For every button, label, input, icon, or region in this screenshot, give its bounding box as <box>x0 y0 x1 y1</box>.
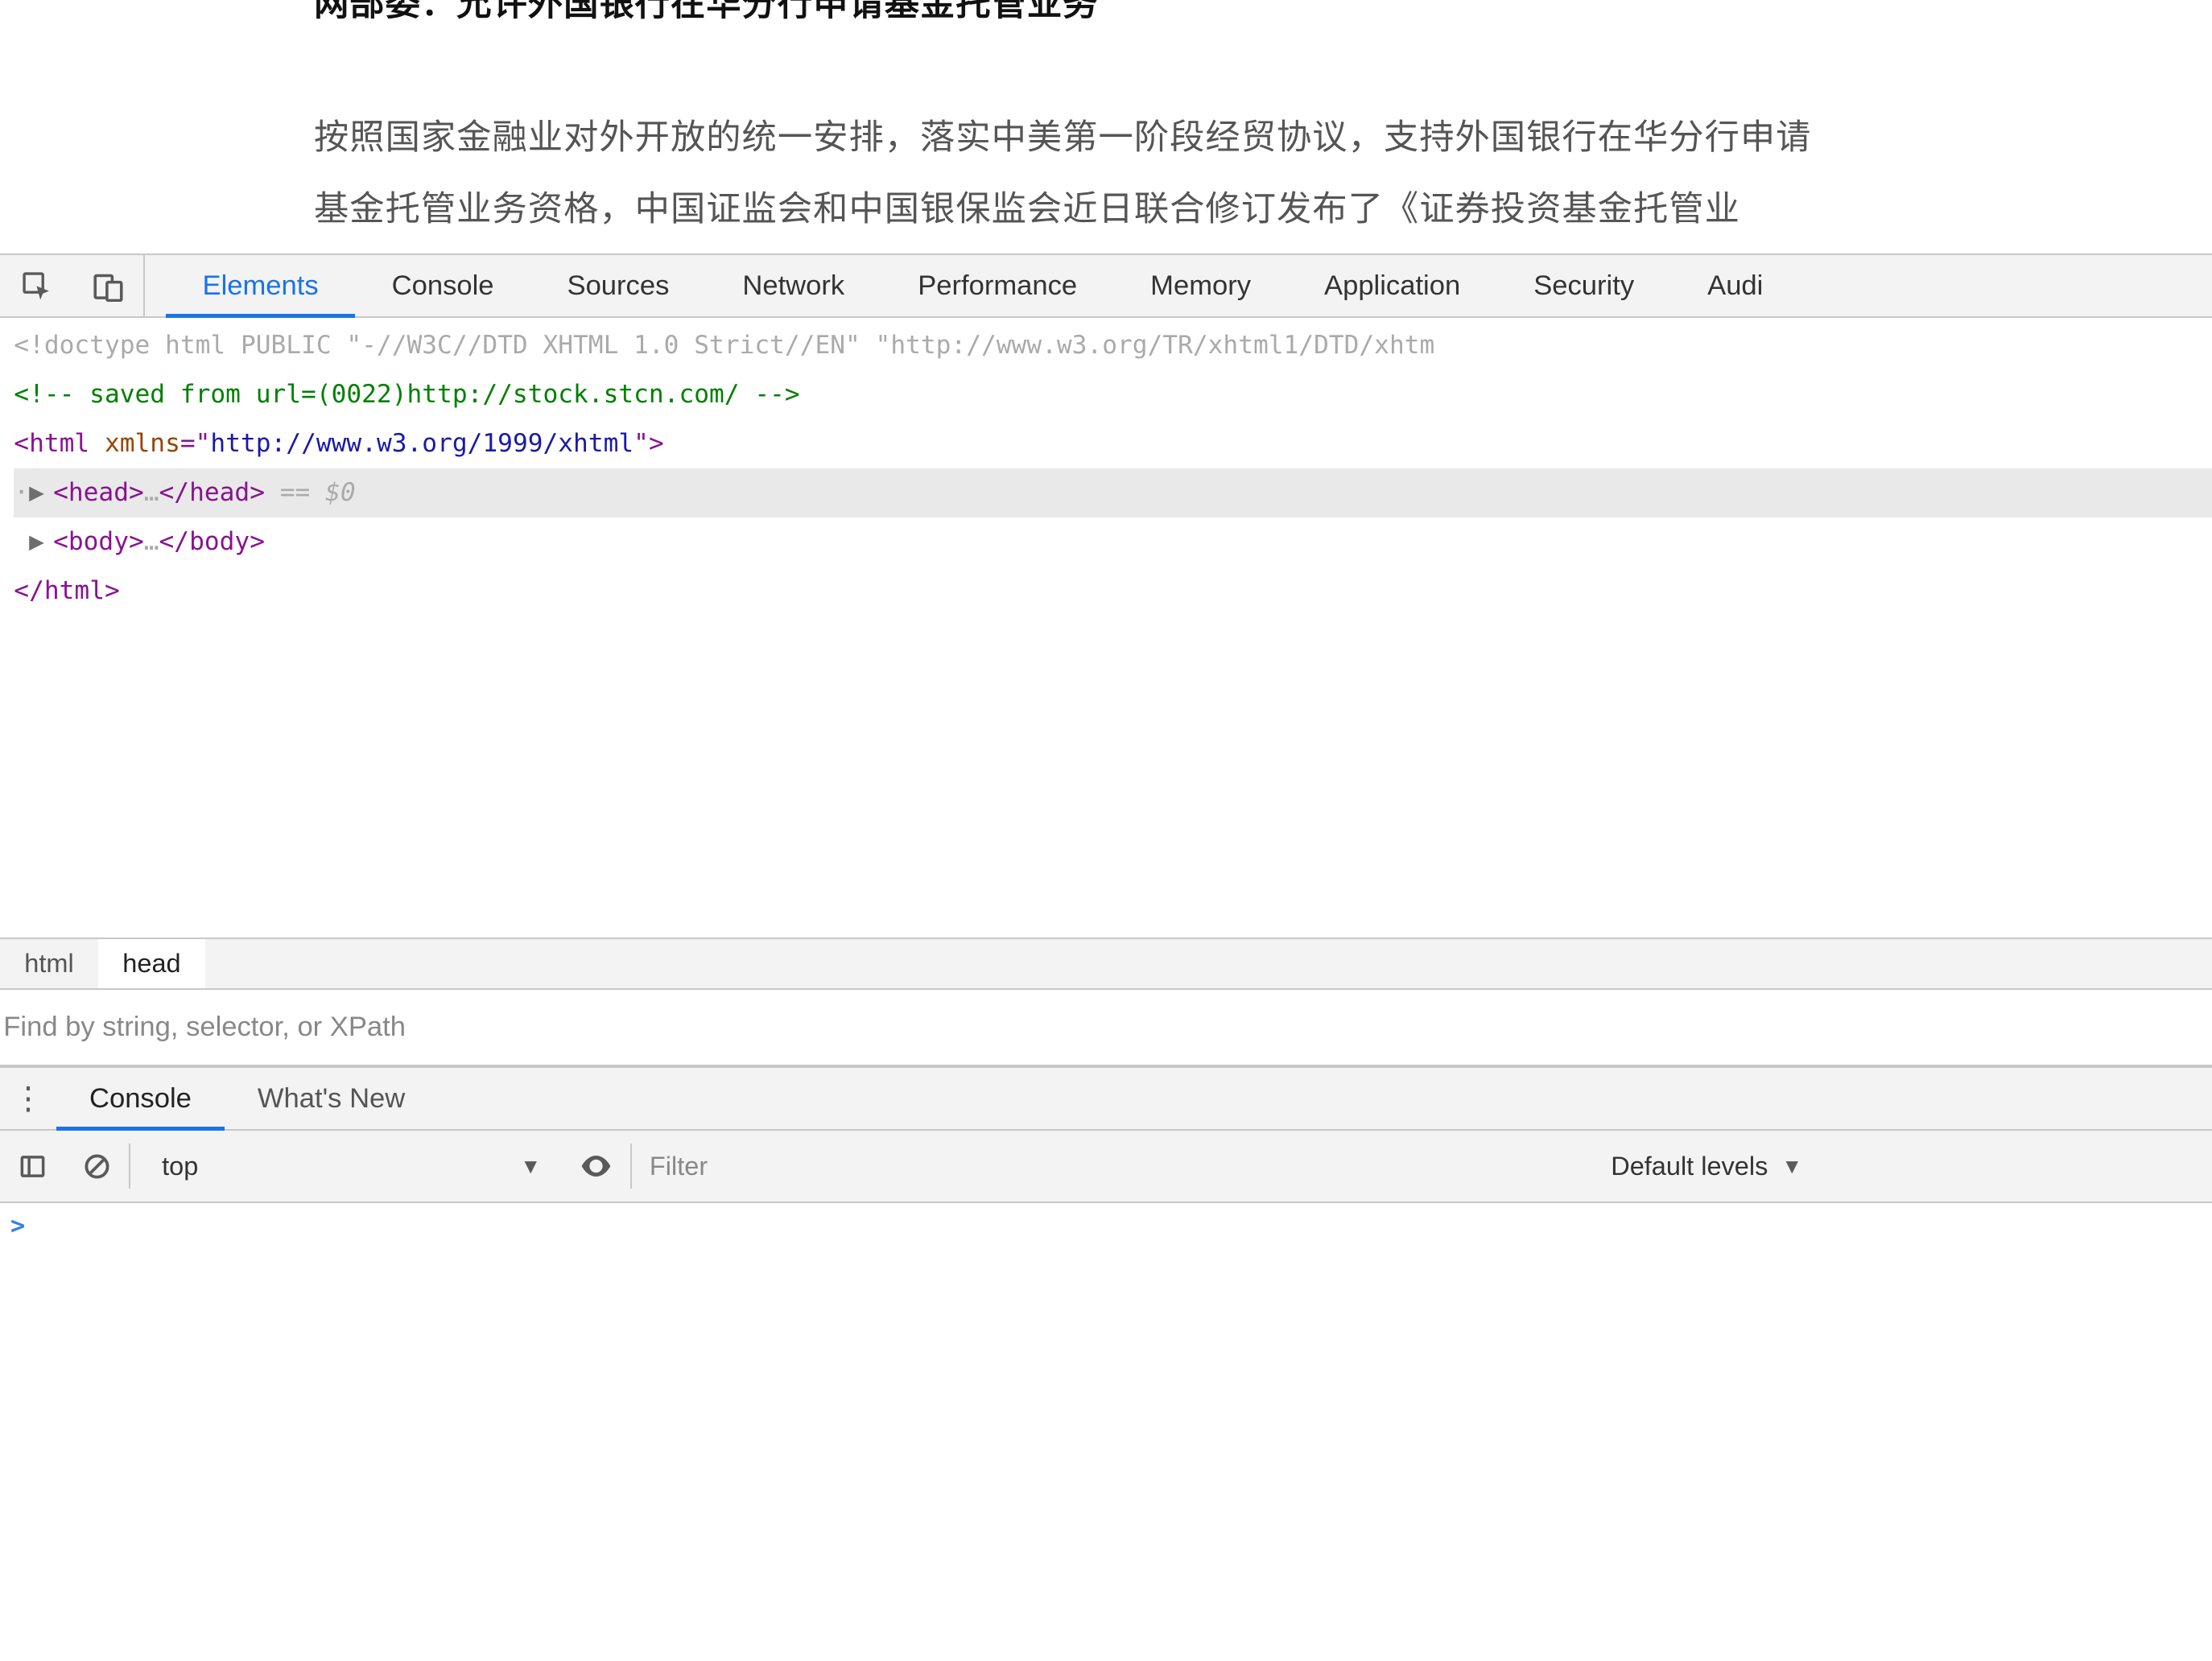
tab-application[interactable]: Application <box>1288 255 1497 316</box>
article-body: 按照国家金融业对外开放的统一安排，落实中美第一阶段经贸协议，支持外国银行在华分行… <box>314 102 2212 245</box>
drawer-tabs: ⋮ Console What's New <box>0 1068 2212 1131</box>
chevron-down-icon: ▼ <box>1781 1154 1802 1179</box>
crumb-html[interactable]: html <box>0 939 98 988</box>
dom-tree[interactable]: <!doctype html PUBLIC "-//W3C//DTD XHTML… <box>0 318 2212 938</box>
tab-sources[interactable]: Sources <box>530 255 706 316</box>
drawer-kebab-icon[interactable]: ⋮ <box>0 1081 56 1117</box>
dom-comment[interactable]: <!-- saved from url=(0022)http://stock.s… <box>14 370 2212 419</box>
find-input[interactable] <box>3 1012 2208 1043</box>
dom-doctype[interactable]: <!doctype html PUBLIC "-//W3C//DTD XHTML… <box>14 321 2212 370</box>
console-drawer: ⋮ Console What's New top ▼ <box>0 1066 2212 1661</box>
context-selector[interactable]: top ▼ <box>130 1131 562 1201</box>
devtools-panel: Elements Console Sources Network Perform… <box>0 253 2212 1661</box>
console-body[interactable]: > <box>0 1203 2212 1661</box>
drawer-tab-whatsnew[interactable]: What's New <box>225 1068 438 1129</box>
device-toolbar-icon[interactable] <box>72 255 145 316</box>
tab-audits[interactable]: Audi <box>1671 255 1800 316</box>
console-prompt-icon: > <box>10 1212 25 1240</box>
console-toolbar: top ▼ Default levels ▼ <box>0 1131 2212 1203</box>
log-levels-dropdown[interactable]: Default levels ▼ <box>1590 1152 1823 1181</box>
article-line-1: 按照国家金融业对外开放的统一安排，落实中美第一阶段经贸协议，支持外国银行在华分行… <box>314 102 2212 174</box>
console-sidebar-toggle-icon[interactable] <box>0 1131 64 1201</box>
drawer-tab-console[interactable]: Console <box>56 1068 225 1129</box>
inspect-element-icon[interactable] <box>0 255 72 316</box>
tab-network[interactable]: Network <box>706 255 881 316</box>
dom-body-node[interactable]: ▶<body>…</body> <box>14 517 2212 567</box>
console-filter-input[interactable] <box>650 1152 1573 1181</box>
tab-security[interactable]: Security <box>1497 255 1671 316</box>
crumb-head[interactable]: head <box>98 939 205 988</box>
article-title: 网部委：允许外国银行在华分行申请基金托管业务 <box>314 0 2212 26</box>
tab-console[interactable]: Console <box>355 255 530 316</box>
clear-console-icon[interactable] <box>64 1131 129 1201</box>
tab-elements[interactable]: Elements <box>166 255 355 316</box>
find-bar <box>0 990 2212 1066</box>
context-label: top <box>162 1152 198 1181</box>
dom-html-open[interactable]: <html xmlns="http://www.w3.org/1999/xhtm… <box>14 419 2212 468</box>
tab-performance[interactable]: Performance <box>881 255 1114 316</box>
log-levels-label: Default levels <box>1611 1152 1768 1181</box>
live-expression-icon[interactable] <box>562 1154 630 1178</box>
dom-html-close[interactable]: </html> <box>14 567 2212 616</box>
page-content-area: 网部委：允许外国银行在华分行申请基金托管业务 按照国家金融业对外开放的统一安排，… <box>0 0 2212 253</box>
article-line-2: 基金托管业务资格，中国证监会和中国银保监会近日联合修订发布了《证券投资基金托管业 <box>314 174 2212 245</box>
console-filter <box>632 1152 1590 1181</box>
devtools-tabstrip: Elements Console Sources Network Perform… <box>0 255 2212 318</box>
dom-head-node[interactable]: ·▶<head>…</head> == $0 <box>14 468 2212 517</box>
dom-breadcrumb: html head <box>0 938 2212 990</box>
tab-memory[interactable]: Memory <box>1114 255 1288 316</box>
chevron-down-icon: ▼ <box>520 1154 541 1179</box>
